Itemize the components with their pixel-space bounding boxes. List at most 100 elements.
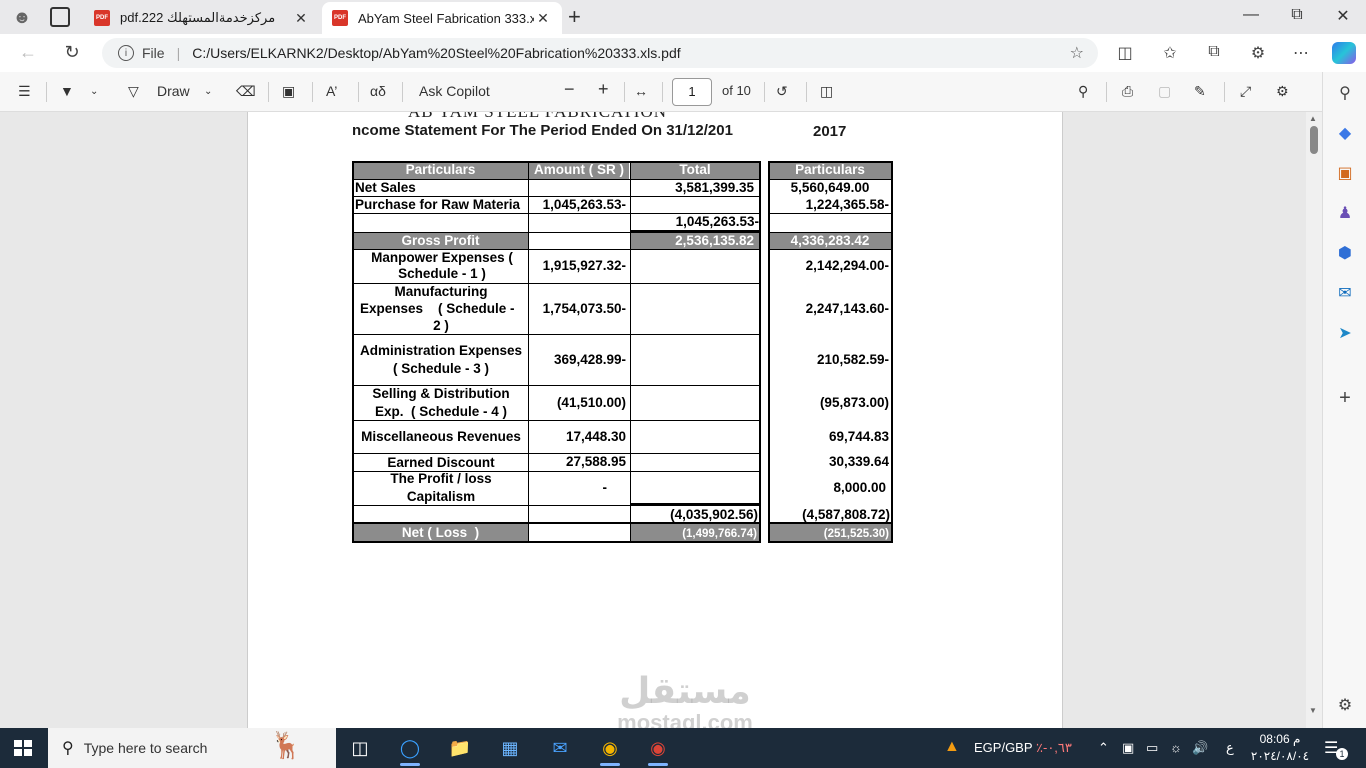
highlight-icon[interactable]: ▼ [60, 83, 74, 99]
add-icon[interactable]: + [1335, 388, 1355, 408]
profile-icon[interactable]: ☻ [10, 6, 34, 28]
zoom-in-button[interactable]: + [598, 79, 609, 100]
wifi-icon[interactable]: ☼ [1170, 740, 1182, 755]
page-number-input[interactable]: 1 [672, 78, 712, 106]
split-screen-icon[interactable]: ◫ [1113, 43, 1137, 63]
tab-consumer-center[interactable]: PDF pdf.222 مركزخدمةالمستهلك ✕ [84, 2, 320, 34]
toolbar-divider [1106, 82, 1107, 102]
task-view-icon[interactable]: ◫ [346, 736, 374, 760]
save-icon[interactable]: ▢ [1158, 83, 1171, 100]
currency-change: ٪-٠,٦٣ [1036, 740, 1072, 755]
refresh-button[interactable]: ↻ [58, 42, 86, 63]
minimize-button[interactable]: — [1228, 6, 1274, 24]
row-net-loss-label: Net ( Loss ) [401, 525, 480, 540]
camera-icon[interactable]: ▣ [1122, 740, 1134, 756]
save-as-icon[interactable]: ✎ [1194, 83, 1206, 100]
language-indicator[interactable]: ع [1226, 740, 1234, 756]
zoom-out-button[interactable]: − [564, 79, 575, 100]
restore-button[interactable]: ⧉ [1274, 6, 1320, 24]
store-icon[interactable]: ▦ [496, 736, 524, 760]
windows-taskbar: ⚲ Type here to search 🦌 ◫ ◯ 📁 ▦ ✉ ◉ ◉ ▲ … [0, 728, 1366, 768]
outlook-icon[interactable]: ✉ [1335, 284, 1355, 304]
volume-icon[interactable]: 🔊 [1192, 740, 1208, 756]
info-icon[interactable]: i [118, 45, 134, 61]
page-total-label: of 10 [722, 83, 751, 98]
search-highlight-deer-icon: 🦌 [270, 730, 303, 760]
row-gross-profit-total: 2,536,135.82 [675, 233, 754, 248]
search-icon[interactable]: ⚲ [1078, 83, 1088, 100]
grid-line [768, 249, 893, 250]
chevron-down-icon[interactable]: ⌄ [204, 86, 212, 97]
row-expenses-total: (4,035,902.56) [670, 507, 758, 522]
eraser-icon[interactable]: ⌫ [236, 83, 256, 100]
toolbar-divider [764, 82, 765, 102]
toolbox-icon[interactable]: ▣ [1335, 164, 1355, 184]
tag-icon[interactable]: ◆ [1335, 124, 1355, 144]
new-tab-button[interactable]: + [568, 4, 581, 30]
search-icon[interactable]: ⚲ [1335, 84, 1355, 104]
vertical-scrollbar[interactable]: ▲ ▼ [1306, 112, 1322, 728]
statement-title: ncome Statement For The Period Ended On … [352, 122, 733, 139]
draw-icon[interactable]: ▽ [128, 83, 139, 100]
scroll-up-arrow[interactable]: ▲ [1309, 114, 1317, 123]
windows-start-icon[interactable] [14, 740, 32, 756]
collections-icon[interactable]: ⧉ [1202, 43, 1226, 61]
scroll-thumb[interactable] [1310, 126, 1318, 154]
ask-copilot-button[interactable]: Ask Copilot [419, 83, 490, 99]
toolbar-divider [1224, 82, 1225, 102]
page-view-icon[interactable]: ◫ [820, 83, 833, 100]
row-capitalism-label-2: Capitalism [406, 489, 476, 504]
row-discount-prior: 30,339.64 [828, 454, 889, 469]
show-hidden-icons-icon[interactable]: ⌃ [1098, 740, 1109, 756]
chrome-profile-b-icon[interactable]: ◉ [644, 736, 672, 766]
back-button[interactable]: ← [14, 42, 42, 63]
more-menu-icon[interactable]: ⋯ [1289, 43, 1313, 63]
toolbar-divider [268, 82, 269, 102]
scroll-down-arrow[interactable]: ▼ [1309, 706, 1317, 715]
row-purchase-total: 1,045,263.53- [675, 214, 759, 229]
close-icon[interactable]: ✕ [534, 10, 552, 27]
close-icon[interactable]: ✕ [292, 10, 310, 27]
read-aloud-icon[interactable]: A’ [326, 83, 337, 99]
grid-line [352, 420, 761, 421]
row-expenses-prior: (4,587,808.72) [802, 507, 890, 522]
chevron-down-icon[interactable]: ⌄ [90, 86, 98, 97]
close-window-button[interactable]: ✕ [1320, 6, 1366, 26]
currency-widget-icon[interactable]: ▲ [944, 738, 960, 756]
rotate-icon[interactable]: ↺ [776, 83, 788, 100]
microsoft365-icon[interactable]: ⬢ [1335, 244, 1355, 264]
games-icon[interactable]: ♟ [1335, 204, 1355, 224]
battery-icon[interactable]: ▭ [1146, 740, 1158, 756]
favorite-star-icon[interactable]: ☆ [1070, 43, 1084, 63]
mail-icon[interactable]: ✉ [546, 736, 574, 760]
file-explorer-icon[interactable]: 📁 [446, 736, 474, 760]
tab-actions-icon[interactable] [50, 7, 70, 27]
row-capitalism-label-1: The Profit / loss [390, 471, 492, 486]
clock[interactable]: 08:06 م ٢٠٢٤/٠٨/٠٤ [1250, 731, 1310, 765]
clock-date: ٢٠٢٤/٠٨/٠٤ [1250, 749, 1310, 763]
header-particulars: Particulars [353, 162, 528, 179]
edge-taskbar-icon[interactable]: ◯ [396, 736, 424, 766]
row-selling-label-2: Exp. ( Schedule - 4 ) [374, 404, 508, 419]
row-manpower-amount: 1,915,927.32- [542, 258, 626, 273]
address-bar[interactable]: i File | C:/Users/ELKARNK2/Desktop/AbYam… [102, 38, 1098, 68]
tab-abyam-pdf[interactable]: PDF AbYam Steel Fabrication 333.xls.pdf … [322, 2, 562, 34]
draw-label[interactable]: Draw [157, 83, 190, 99]
text-box-icon[interactable]: ▣ [282, 83, 295, 100]
settings-gear-icon[interactable]: ⚙ [1276, 83, 1289, 100]
sidebar-settings-icon[interactable]: ⚙ [1335, 696, 1355, 716]
favorites-icon[interactable]: ✩ [1158, 43, 1182, 63]
row-admin-prior: 210,582.59- [816, 352, 889, 367]
translate-icon[interactable]: αδ [370, 83, 386, 99]
fullscreen-icon[interactable]: ⤢ [1240, 83, 1251, 100]
fit-page-icon[interactable]: ↔ [634, 83, 648, 99]
send-icon[interactable]: ➤ [1335, 324, 1355, 344]
extensions-icon[interactable]: ⚙ [1246, 43, 1270, 63]
taskbar-search-box[interactable]: ⚲ Type here to search 🦌 [48, 728, 336, 768]
url-text[interactable]: C:/Users/ELKARNK2/Desktop/AbYam%20Steel%… [192, 45, 680, 61]
currency-label[interactable]: EGP/GBP [974, 740, 1033, 755]
copilot-icon[interactable] [1332, 42, 1356, 64]
contents-icon[interactable]: ☰ [18, 83, 31, 100]
print-icon[interactable]: ⎙ [1122, 83, 1133, 100]
chrome-profile-a-icon[interactable]: ◉ [596, 736, 624, 766]
